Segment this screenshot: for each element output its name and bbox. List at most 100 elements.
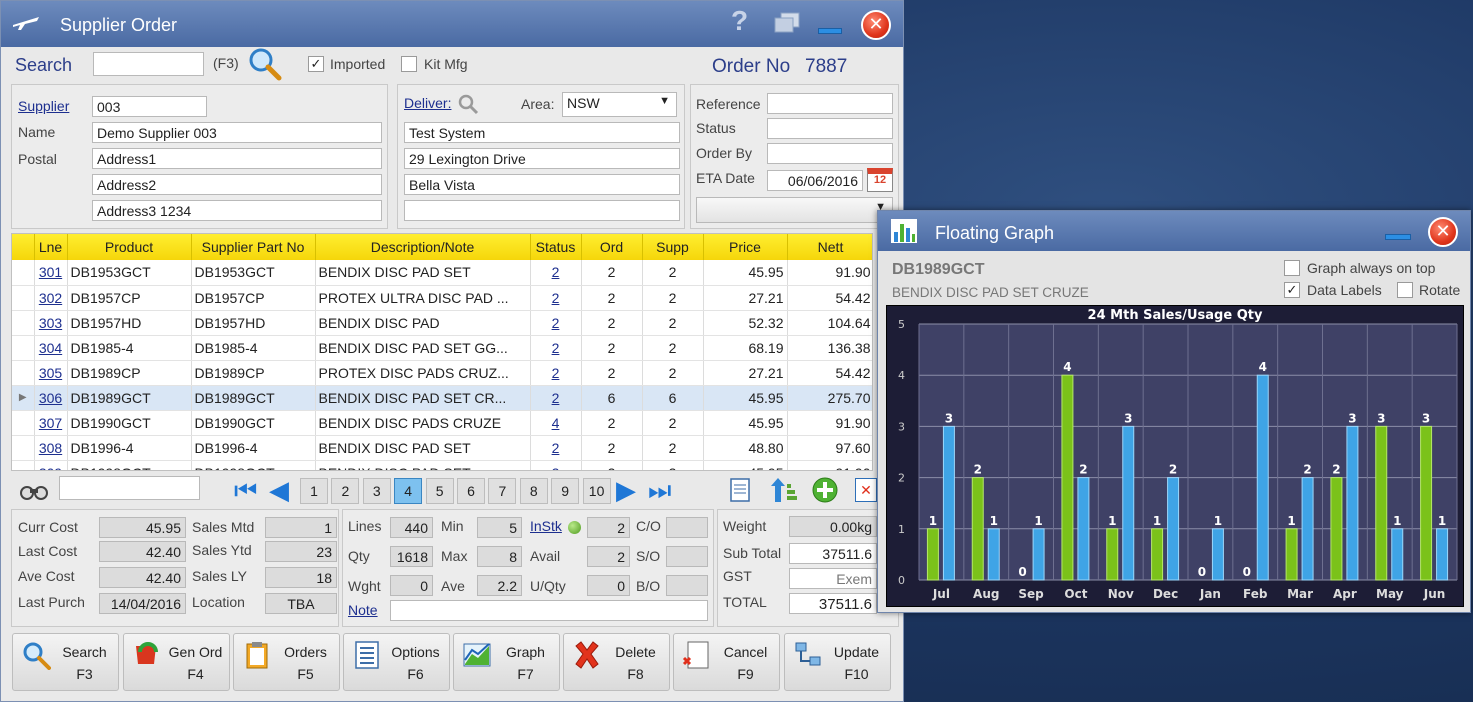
- table-cell[interactable]: 2: [530, 460, 582, 470]
- status-field[interactable]: [767, 118, 893, 139]
- line-link[interactable]: 305: [39, 365, 62, 381]
- kit-mfg-checkbox[interactable]: [401, 56, 417, 72]
- prev-page-icon[interactable]: ◀: [269, 476, 289, 504]
- table-cell[interactable]: 303: [34, 310, 68, 336]
- page-8-button[interactable]: 8: [519, 478, 548, 504]
- page-1-button[interactable]: 1: [300, 478, 328, 504]
- search-input[interactable]: [93, 52, 204, 76]
- deliver-line3-field[interactable]: Bella Vista: [404, 174, 680, 195]
- supplier-code-field[interactable]: 003: [92, 96, 207, 117]
- supplier-name-field[interactable]: Demo Supplier 003: [92, 122, 382, 143]
- page-5-button[interactable]: 5: [425, 478, 454, 504]
- row-selector[interactable]: [12, 410, 35, 436]
- table-cell[interactable]: 301: [34, 260, 68, 286]
- table-cell[interactable]: 2: [530, 310, 582, 336]
- rotate-checkbox[interactable]: [1397, 282, 1413, 298]
- address2-field[interactable]: Address2: [92, 174, 382, 195]
- table-cell[interactable]: 304: [34, 335, 68, 361]
- table-cell[interactable]: 307: [34, 410, 68, 436]
- always-on-top-checkbox[interactable]: [1284, 260, 1300, 276]
- line-link[interactable]: 304: [39, 340, 62, 356]
- table-cell[interactable]: 306: [34, 385, 68, 411]
- add-icon[interactable]: [812, 477, 838, 503]
- address3-field[interactable]: Address3 1234: [92, 200, 382, 221]
- line-link[interactable]: 301: [39, 264, 62, 280]
- table-cell[interactable]: 2: [530, 360, 582, 386]
- last-page-icon[interactable]: ⏭: [648, 476, 671, 504]
- line-link[interactable]: 309: [39, 465, 62, 471]
- table-cell[interactable]: 2: [530, 260, 582, 286]
- reference-field[interactable]: [767, 93, 893, 114]
- status-link[interactable]: 2: [552, 315, 560, 331]
- deliver-line1-field[interactable]: Test System: [404, 122, 680, 143]
- search-button[interactable]: Search F3: [12, 633, 119, 691]
- line-link[interactable]: 308: [39, 440, 62, 456]
- table-row[interactable]: 301 DB1953GCT DB1953GCT BENDIX DISC PAD SET…: [12, 260, 872, 286]
- status-link[interactable]: 4: [552, 415, 560, 431]
- deliver-search-icon[interactable]: [457, 93, 479, 115]
- help-icon[interactable]: ?: [731, 5, 748, 37]
- close-button[interactable]: ✕: [861, 10, 891, 40]
- table-row[interactable]: 309DB1998GCTDB1998GCTBENDIX DISC PAD SET…: [12, 460, 872, 471]
- document-icon[interactable]: [728, 478, 752, 502]
- table-row[interactable]: 308 DB1996-4 DB1996-4 BENDIX DISC PAD SET 2 2…: [12, 435, 872, 461]
- table-row[interactable]: 307 DB1990GCT DB1990GCT BENDIX DISC PADS CR…: [12, 410, 872, 436]
- table-cell[interactable]: 309: [34, 460, 68, 471]
- data-labels-checkbox[interactable]: ✓: [1284, 282, 1300, 298]
- table-cell[interactable]: 2: [530, 285, 582, 311]
- grid-header-supplier-part-no[interactable]: Supplier Part No: [191, 234, 316, 260]
- deliver-line2-field[interactable]: 29 Lexington Drive: [404, 148, 680, 169]
- note-field[interactable]: [390, 600, 708, 621]
- area-select[interactable]: NSW ▼: [562, 92, 677, 117]
- instk-link[interactable]: InStk: [530, 518, 562, 534]
- orders-button[interactable]: Orders F5: [233, 633, 340, 691]
- graph-button[interactable]: Graph F7: [453, 633, 560, 691]
- grid-header-supp[interactable]: Supp: [642, 234, 704, 260]
- extra-dropdown[interactable]: ▼: [696, 197, 893, 223]
- line-link[interactable]: 302: [39, 290, 62, 306]
- status-link[interactable]: 2: [552, 340, 560, 356]
- table-cell[interactable]: 305: [34, 360, 68, 386]
- restore-icon[interactable]: [774, 12, 800, 34]
- table-cell[interactable]: 4: [530, 410, 582, 436]
- table-cell[interactable]: 2: [530, 385, 582, 411]
- row-selector[interactable]: ▶: [12, 385, 35, 411]
- table-cell[interactable]: 308: [34, 435, 68, 461]
- page-10-button[interactable]: 10: [582, 478, 611, 504]
- status-link[interactable]: 2: [552, 365, 560, 381]
- row-selector[interactable]: [12, 260, 35, 286]
- minimize-button[interactable]: [818, 28, 842, 34]
- status-link[interactable]: 2: [552, 290, 560, 306]
- status-link[interactable]: 2: [552, 390, 560, 406]
- row-selector[interactable]: [12, 310, 35, 336]
- calendar-icon[interactable]: 12: [867, 168, 893, 192]
- note-link[interactable]: Note: [348, 602, 378, 618]
- table-cell[interactable]: 2: [530, 335, 582, 361]
- grid-header-ord[interactable]: Ord: [581, 234, 643, 260]
- line-link[interactable]: 307: [39, 415, 62, 431]
- grid-header-description-note[interactable]: Description/Note: [315, 234, 531, 260]
- grid-header-price[interactable]: Price: [703, 234, 788, 260]
- order-by-field[interactable]: [767, 143, 893, 164]
- table-row[interactable]: 303 DB1957HD DB1957HD BENDIX DISC PAD 2 2 2 52.…: [12, 310, 872, 336]
- page-3-button[interactable]: 3: [362, 478, 391, 504]
- sort-up-icon[interactable]: [769, 476, 799, 504]
- page-6-button[interactable]: 6: [457, 478, 485, 504]
- grid-header-product[interactable]: Product: [67, 234, 192, 260]
- binoculars-icon[interactable]: [18, 481, 50, 501]
- line-link[interactable]: 306: [39, 390, 62, 406]
- grid-filter-input[interactable]: [59, 476, 200, 500]
- options-button[interactable]: Options F6: [343, 633, 450, 691]
- next-page-icon[interactable]: ▶: [616, 476, 636, 504]
- floating-close-button[interactable]: ✕: [1428, 217, 1458, 247]
- page-2-button[interactable]: 2: [331, 478, 360, 504]
- address1-field[interactable]: Address1: [92, 148, 382, 169]
- status-link[interactable]: 2: [552, 440, 560, 456]
- gst-value[interactable]: Exem: [789, 568, 877, 589]
- row-selector[interactable]: [12, 360, 35, 386]
- imported-checkbox[interactable]: ✓: [308, 56, 324, 72]
- cancel-button[interactable]: Cancel F9: [673, 633, 780, 691]
- deliver-link[interactable]: Deliver:: [404, 95, 451, 111]
- page-4-button[interactable]: 4: [394, 478, 423, 504]
- update-button[interactable]: Update F10: [784, 633, 891, 691]
